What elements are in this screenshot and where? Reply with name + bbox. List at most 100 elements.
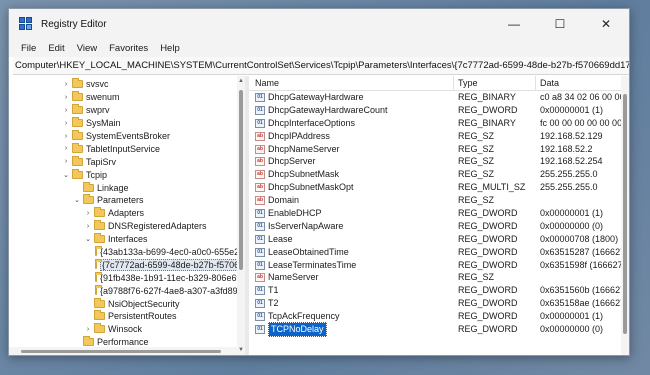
tree-hscroll-thumb[interactable] (21, 350, 221, 353)
value-row[interactable]: ab Domain REG_SZ (249, 194, 629, 207)
chevron-right-icon[interactable]: › (61, 94, 71, 101)
tree-node[interactable]: › TapiSrv (9, 155, 237, 168)
string-value-icon: ab (255, 144, 265, 154)
value-name: T2 (268, 298, 279, 309)
value-data: fc 00 00 00 00 00 00 00 (540, 117, 629, 128)
scroll-up-icon[interactable]: ▲ (238, 78, 244, 84)
tree-node[interactable]: › Winsock (9, 323, 237, 336)
value-row[interactable]: ab DhcpNameServer REG_SZ 192.168.52.2 (249, 143, 629, 156)
tree-node-label: SystemEventsBroker (86, 131, 171, 141)
chevron-right-icon[interactable]: › (83, 210, 93, 217)
chevron-right-icon[interactable]: › (61, 158, 71, 165)
value-row[interactable]: 01 Lease REG_DWORD 0x00000708 (1800) (249, 233, 629, 246)
tree-node[interactable]: › SysMain (9, 117, 237, 130)
values-scroll-thumb[interactable] (623, 94, 627, 334)
column-header-name[interactable]: Name (249, 76, 454, 91)
value-row[interactable]: ab DhcpServer REG_SZ 192.168.52.254 (249, 155, 629, 168)
value-name-cell: 01 DhcpInterfaceOptions (249, 117, 454, 130)
folder-icon (95, 258, 102, 269)
tree-node[interactable]: › SystemEventsBroker (9, 130, 237, 143)
chevron-right-icon[interactable]: › (61, 133, 71, 140)
menu-edit[interactable]: Edit (42, 43, 70, 54)
chevron-right-icon[interactable]: › (61, 120, 71, 127)
title-bar[interactable]: Registry Editor — ☐ ✕ (9, 9, 629, 39)
value-row[interactable]: ab NameServer REG_SZ (249, 271, 629, 284)
tree-node[interactable]: {91fb438e-1b91-11ec-b329-806e6f (9, 271, 239, 284)
value-name-cell: 01 IsServerNapAware (249, 220, 454, 233)
column-header-type[interactable]: Type (454, 76, 536, 91)
chevron-down-icon[interactable]: ⌄ (72, 196, 82, 204)
folder-icon (72, 104, 83, 115)
tree-node[interactable]: ⌄ Parameters (9, 194, 237, 207)
column-header-data[interactable]: Data (536, 76, 629, 91)
minimize-button[interactable]: — (491, 9, 537, 39)
tree-node[interactable]: › svsvc (9, 78, 237, 91)
tree-node[interactable]: › swenum (9, 91, 237, 104)
value-row[interactable]: 01 DhcpGatewayHardwareCount REG_DWORD 0x000… (249, 104, 629, 117)
tree-node[interactable]: {7c7772ad-6599-48de-b27b-f5706t (9, 258, 244, 271)
value-type: REG_SZ (458, 272, 495, 283)
binary-value-icon: 01 (255, 247, 265, 257)
close-button[interactable]: ✕ (583, 9, 629, 39)
tree-node[interactable]: Linkage (9, 181, 237, 194)
string-value-icon: ab (255, 273, 265, 283)
value-name-cell: 01 T1 (249, 284, 454, 297)
tree-node[interactable]: {a9788f76-627f-4ae8-a307-a3fd895 (9, 284, 243, 297)
menu-file[interactable]: File (15, 43, 42, 54)
value-row[interactable]: ab DhcpSubnetMask REG_SZ 255.255.255.0 (249, 168, 629, 181)
tree-horizontal-scrollbar[interactable] (9, 347, 237, 355)
value-row[interactable]: 01 DhcpGatewayHardware REG_BINARY c0 a8 34 … (249, 91, 629, 104)
string-value-icon: ab (255, 131, 265, 141)
value-name-cell: 01 EnableDHCP (249, 207, 454, 220)
tree-node[interactable]: PersistentRoutes (9, 310, 237, 323)
value-row[interactable]: 01 LeaseTerminatesTime REG_DWORD 0x6351598f… (249, 259, 629, 272)
value-row[interactable]: 01 DhcpInterfaceOptions REG_BINARY fc 00 00… (249, 117, 629, 130)
chevron-right-icon[interactable]: › (61, 145, 71, 152)
tree-node[interactable]: › DNSRegisteredAdapters (9, 220, 237, 233)
chevron-down-icon[interactable]: ⌄ (61, 171, 71, 179)
tree-node[interactable]: ⌄ Tcpip (9, 168, 237, 181)
tree-node-label: Adapters (108, 208, 145, 219)
value-row[interactable]: 01 T1 REG_DWORD 0x6351560b (1666274 (249, 284, 629, 297)
value-row[interactable]: 01 IsServerNapAware REG_DWORD 0x00000000 (0… (249, 220, 629, 233)
chevron-right-icon[interactable]: › (83, 326, 93, 333)
value-row[interactable]: ab DhcpSubnetMaskOpt REG_MULTI_SZ 255.255.2… (249, 181, 629, 194)
menu-favorites[interactable]: Favorites (103, 43, 154, 54)
chevron-down-icon[interactable]: ⌄ (83, 235, 93, 243)
folder-icon (94, 323, 105, 334)
chevron-right-icon[interactable]: › (83, 223, 93, 230)
value-name: LeaseTerminatesTime (268, 259, 357, 270)
menu-view[interactable]: View (71, 43, 103, 54)
chevron-right-icon[interactable]: › (61, 81, 71, 88)
value-row[interactable]: 01 TCPNoDelay REG_DWORD 0x00000000 (0) (249, 322, 629, 337)
value-name-cell: ab DhcpSubnetMask (249, 168, 454, 181)
menu-help[interactable]: Help (154, 43, 186, 54)
value-row[interactable]: 01 LeaseObtainedTime REG_DWORD 0x63515287 (… (249, 246, 629, 259)
value-row[interactable]: 01 T2 REG_DWORD 0x635158ae (1666275 (249, 297, 629, 310)
value-row[interactable]: ab DhcpIPAddress REG_SZ 192.168.52.129 (249, 130, 629, 143)
tree-node[interactable]: › swprv (9, 104, 237, 117)
scroll-down-icon[interactable]: ▼ (238, 347, 244, 353)
string-value-icon: ab (255, 196, 265, 206)
tree-vertical-scrollbar[interactable]: ▲ ▼ (237, 76, 245, 355)
value-name-cell: ab Domain (249, 194, 454, 207)
tree-node[interactable]: NsiObjectSecurity (9, 297, 237, 310)
tree-node-label: TabletInputService (86, 143, 161, 154)
value-type: REG_SZ (458, 143, 495, 154)
folder-icon (95, 284, 102, 295)
tree-scroll-thumb[interactable] (239, 90, 243, 270)
address-input[interactable] (13, 60, 629, 71)
value-row[interactable]: 01 EnableDHCP REG_DWORD 0x00000001 (1) (249, 207, 629, 220)
chevron-right-icon[interactable]: › (61, 107, 71, 114)
tree-node[interactable]: {43ab133a-b699-4ec0-a0c0-655e2e (9, 246, 244, 259)
tree-node[interactable]: ⌄ Interfaces (9, 233, 237, 246)
maximize-button[interactable]: ☐ (537, 9, 583, 39)
value-name-cell: ab DhcpServer (249, 155, 454, 168)
tree-node[interactable]: › TabletInputService (9, 142, 237, 155)
value-data: 0x00000001 (1) (540, 208, 604, 219)
folder-icon (94, 310, 105, 321)
value-data: 0x00000001 (1) (540, 311, 604, 322)
values-vertical-scrollbar[interactable] (621, 76, 629, 355)
tree-node-label: {91fb438e-1b91-11ec-b329-806e6f (100, 272, 239, 283)
tree-node[interactable]: › Adapters (9, 207, 237, 220)
